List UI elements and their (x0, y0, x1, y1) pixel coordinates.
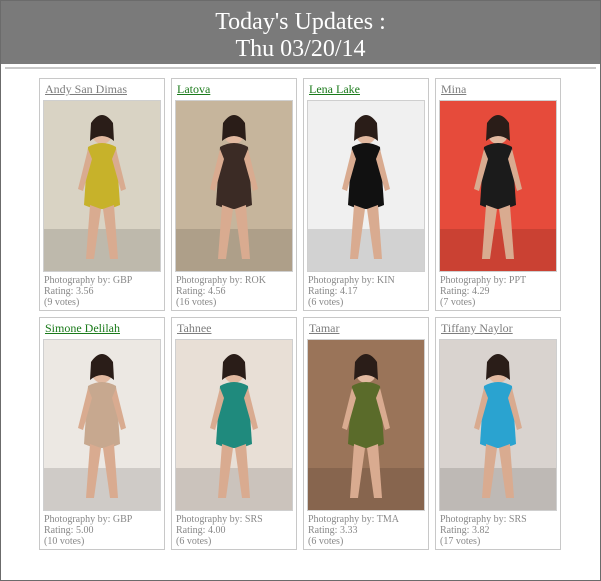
card-meta: Photography by: GBP Rating: 3.56 (9 vote… (44, 275, 132, 308)
model-name-link[interactable]: Andy San Dimas (45, 82, 127, 96)
model-name-link[interactable]: Simone Delilah (45, 321, 120, 335)
card-meta: Photography by: KIN Rating: 4.17 (6 vote… (308, 275, 395, 308)
updates-header: Today's Updates : Thu 03/20/14 (1, 1, 600, 64)
photographer-text: Photography by: TMA (308, 514, 399, 525)
model-photo[interactable] (307, 339, 425, 511)
photographer-text: Photography by: PPT (440, 275, 527, 286)
photo-floor (176, 468, 292, 510)
photo-floor (308, 468, 424, 510)
photo-image (176, 340, 292, 510)
model-photo[interactable] (439, 100, 557, 272)
rating-text: Rating: 3.82 (440, 525, 490, 536)
model-photo[interactable] (43, 100, 161, 272)
card-meta: Photography by: GBP Rating: 5.00 (10 vot… (44, 514, 132, 547)
card-meta: Photography by: PPT Rating: 4.29 (7 vote… (440, 275, 526, 308)
rating-text: Rating: 4.17 (308, 286, 358, 297)
photographer-text: Photography by: SRS (176, 514, 263, 525)
photo-floor (440, 468, 556, 510)
photo-image (176, 101, 292, 271)
model-card: Mina Photography by: PPT Rating: 4.29 (7… (435, 78, 561, 311)
votes-text: (9 votes) (44, 297, 80, 308)
model-card: Latova Photography by: ROK Rating: 4.56 … (171, 78, 297, 311)
model-card: Tahnee Photography by: SRS Rating: 4.00 … (171, 317, 297, 550)
photographer-text: Photography by: KIN (308, 275, 395, 286)
model-name-link[interactable]: Lena Lake (309, 82, 360, 96)
model-card: Andy San Dimas Photography by: GBP Ratin… (39, 78, 165, 311)
photo-image (44, 340, 160, 510)
model-photo[interactable] (43, 339, 161, 511)
rating-text: Rating: 3.56 (44, 286, 94, 297)
rating-text: Rating: 4.56 (176, 286, 226, 297)
photographer-text: Photography by: GBP (44, 275, 133, 286)
rating-text: Rating: 4.29 (440, 286, 490, 297)
card-meta: Photography by: ROK Rating: 4.56 (16 vot… (176, 275, 266, 308)
model-card: Simone Delilah Photography by: GBP Ratin… (39, 317, 165, 550)
photo-image (44, 101, 160, 271)
rating-text: Rating: 3.33 (308, 525, 358, 536)
photo-floor (440, 229, 556, 271)
model-card: Lena Lake Photography by: KIN Rating: 4.… (303, 78, 429, 311)
rating-text: Rating: 5.00 (44, 525, 94, 536)
photo-image (440, 340, 556, 510)
model-name-link[interactable]: Tiffany Naylor (441, 321, 513, 335)
page-frame: Today's Updates : Thu 03/20/14 Andy San … (0, 0, 601, 581)
votes-text: (16 votes) (176, 297, 217, 308)
model-name-link[interactable]: Tahnee (177, 321, 211, 335)
votes-text: (7 votes) (440, 297, 476, 308)
votes-text: (10 votes) (44, 536, 85, 547)
model-photo[interactable] (175, 339, 293, 511)
votes-text: (6 votes) (176, 536, 212, 547)
card-meta: Photography by: SRS Rating: 4.00 (6 vote… (176, 514, 263, 547)
header-date: Thu 03/20/14 (235, 36, 366, 62)
votes-text: (6 votes) (308, 297, 344, 308)
photo-image (308, 101, 424, 271)
photo-floor (44, 229, 160, 271)
model-photo[interactable] (307, 100, 425, 272)
header-title: Today's Updates : (215, 9, 386, 35)
photographer-text: Photography by: GBP (44, 514, 133, 525)
rating-text: Rating: 4.00 (176, 525, 226, 536)
votes-text: (17 votes) (440, 536, 481, 547)
model-name-link[interactable]: Tamar (309, 321, 339, 335)
model-card: Tiffany Naylor Photography by: SRS Ratin… (435, 317, 561, 550)
model-card: Tamar Photography by: TMA Rating: 3.33 (… (303, 317, 429, 550)
photographer-text: Photography by: ROK (176, 275, 266, 286)
photo-image (308, 340, 424, 510)
card-meta: Photography by: SRS Rating: 3.82 (17 vot… (440, 514, 527, 547)
header-divider (5, 67, 596, 69)
photo-image (440, 101, 556, 271)
photo-floor (176, 229, 292, 271)
photo-floor (308, 229, 424, 271)
votes-text: (6 votes) (308, 536, 344, 547)
model-grid: Andy San Dimas Photography by: GBP Ratin… (39, 78, 565, 552)
model-photo[interactable] (439, 339, 557, 511)
model-photo[interactable] (175, 100, 293, 272)
card-meta: Photography by: TMA Rating: 3.33 (6 vote… (308, 514, 399, 547)
model-name-link[interactable]: Latova (177, 82, 210, 96)
photo-floor (44, 468, 160, 510)
model-name-link[interactable]: Mina (441, 82, 466, 96)
photographer-text: Photography by: SRS (440, 514, 527, 525)
